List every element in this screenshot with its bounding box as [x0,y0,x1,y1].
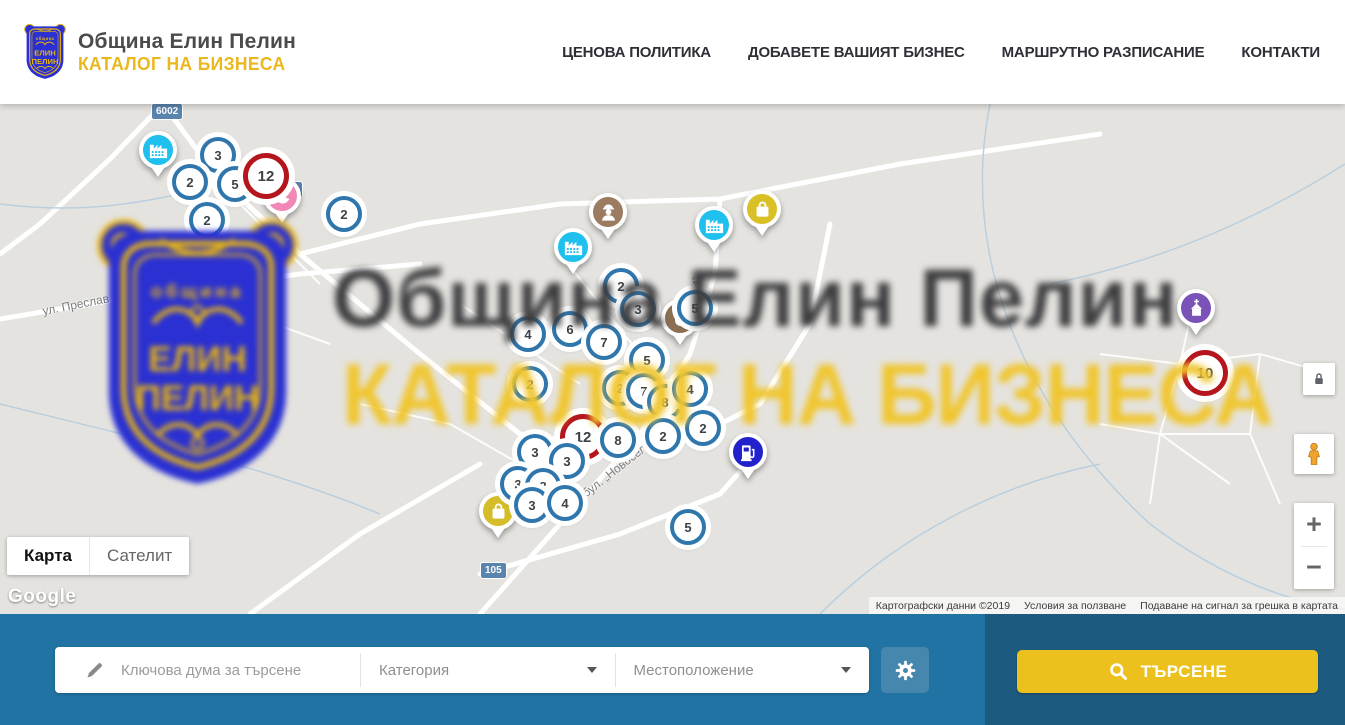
gear-icon [893,658,918,683]
location-select[interactable]: Местоположение [616,647,870,693]
map-canvas[interactable]: ул. Преславбул. „Новоселци“ 6002105 [0,104,1345,614]
zoom-in-button[interactable]: + [1294,503,1334,546]
svg-text:община: община [36,36,55,41]
fuel-pin[interactable] [729,433,767,471]
site-logo[interactable]: община ЕЛИН ПЕЛИН Община Елин Пелин КАТА… [22,23,296,81]
pegman-icon [1301,441,1327,467]
bag-icon [743,190,781,228]
location-select-value: Местоположение [634,662,754,679]
fuel-icon [729,433,767,471]
pencil-icon [85,660,105,680]
cluster-marker[interactable]: 8 [600,422,636,458]
search-panel: Категория Местоположение [0,614,1345,725]
bag-pin[interactable] [743,190,781,228]
cluster-marker[interactable]: 7 [586,324,622,360]
cluster-marker[interactable]: 4 [510,316,546,352]
cluster-marker[interactable]: 2 [685,410,721,446]
zoom-out-button[interactable]: − [1294,547,1334,590]
cluster-marker[interactable]: 2 [512,366,548,402]
cluster-marker[interactable]: 3 [517,434,553,470]
cluster-marker[interactable]: 2 [189,202,225,238]
factory-pin[interactable] [554,228,592,266]
cluster-marker[interactable]: 6 [552,311,588,347]
cluster-marker[interactable]: 10 [1182,350,1228,396]
factory-icon [695,206,733,244]
cluster-marker[interactable]: 3 [514,487,550,523]
church-pin[interactable] [1177,289,1215,327]
map-type-satellite-button[interactable]: Сателит [89,537,189,575]
nav-item-2[interactable]: МАРШРУТНО РАЗПИСАНИЕ [1002,44,1205,61]
factory-icon [554,228,592,266]
business-catalog-page: община ЕЛИН ПЕЛИН Община Елин Пелин КАТА… [0,0,1345,725]
advanced-search-settings-button[interactable] [881,647,929,693]
svg-text:ПЕЛИН: ПЕЛИН [31,57,58,66]
keyword-search-input[interactable] [121,662,351,679]
cluster-marker[interactable]: 2 [645,418,681,454]
cluster-marker[interactable]: 2 [172,164,208,200]
report-map-error-link[interactable]: Подаване на сигнал за грешка в картата [1133,600,1345,612]
svg-text:ЕЛИН: ЕЛИН [34,48,56,57]
category-select-value: Категория [379,662,449,679]
lock-control-button[interactable] [1303,363,1335,395]
municipality-crest-icon: община ЕЛИН ПЕЛИН [22,23,68,81]
cluster-marker[interactable]: 3 [620,291,656,327]
map-type-map-button[interactable]: Карта [7,537,89,575]
nav-item-3[interactable]: КОНТАКТИ [1241,44,1320,61]
search-button-label: ТЪРСЕНЕ [1141,662,1228,682]
factory-icon [139,131,177,169]
terms-of-use-link[interactable]: Условия за ползване [1017,600,1133,612]
map-markers: 325122223546752278422128333834510 [0,104,1345,614]
keyword-field[interactable] [55,647,360,693]
google-logo[interactable]: Google [8,586,76,608]
cluster-marker[interactable]: 4 [672,371,708,407]
chevron-down-icon [841,667,851,673]
header: община ЕЛИН ПЕЛИН Община Елин Пелин КАТА… [0,0,1345,104]
site-title: Община Елин Пелин [78,30,296,54]
cluster-marker[interactable]: 4 [547,485,583,521]
factory-pin[interactable] [139,131,177,169]
cluster-marker[interactable]: 2 [326,196,362,232]
nav-item-0[interactable]: ЦЕНОВА ПОЛИТИКА [562,44,711,61]
main-nav: ЦЕНОВА ПОЛИТИКА ДОБАВЕТЕ ВАШИЯТ БИЗНЕС МАР… [562,44,1320,61]
lock-icon [1309,369,1329,389]
map-data-copyright: Картографски данни ©2019 [869,600,1017,612]
pegman-streetview-control[interactable] [1294,434,1334,474]
worker-icon [589,193,627,231]
nav-item-1[interactable]: ДОБАВЕТЕ ВАШИЯТ БИЗНЕС [748,44,965,61]
site-subtitle: КАТАЛОГ НА БИЗНЕСА [78,54,289,75]
map-type-control: Карта Сателит [7,537,189,575]
chevron-down-icon [587,667,597,673]
factory-pin[interactable] [695,206,733,244]
zoom-control: + − [1294,503,1334,589]
cluster-marker[interactable]: 5 [677,290,713,326]
church-icon [1177,289,1215,327]
cluster-marker[interactable]: 5 [670,509,706,545]
search-submit-button[interactable]: ТЪРСЕНЕ [1017,650,1318,693]
search-fields: Категория Местоположение [55,647,869,693]
category-select[interactable]: Категория [361,647,615,693]
search-icon [1108,661,1129,682]
worker-pin[interactable] [589,193,627,231]
cluster-marker[interactable]: 12 [243,153,289,199]
map-attribution: Картографски данни ©2019 Условия за полз… [869,597,1345,614]
